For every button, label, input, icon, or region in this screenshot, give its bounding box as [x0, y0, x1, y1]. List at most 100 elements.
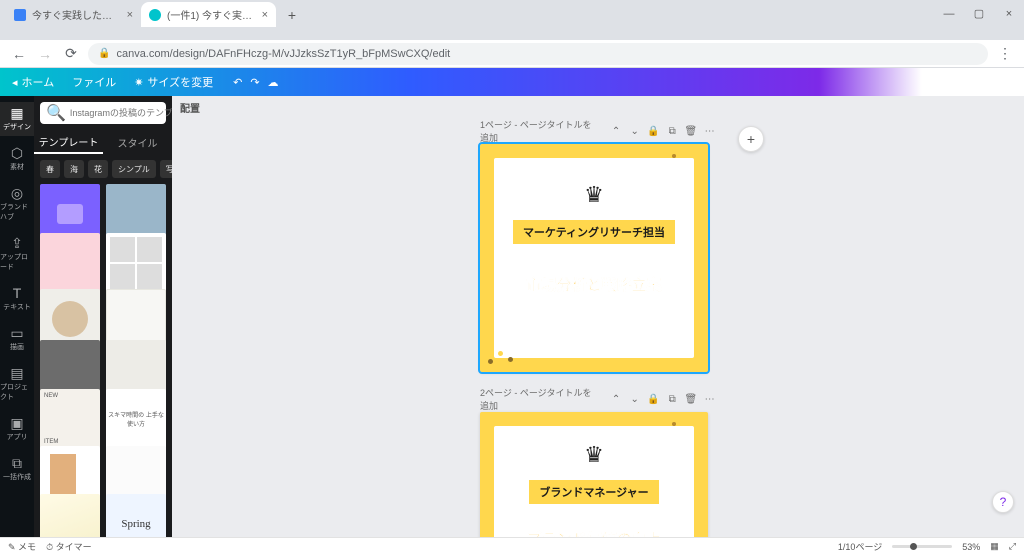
page-canvas[interactable]: ♛ マーケティングリサーチ担当 市場分析と戦略立案: [480, 144, 708, 372]
page-block: 2ページ - ページタイトルを追加 ⌃ ⌄ 🔒 ⧉ 🗑 ⋯ ♛ ブランドマネージ…: [480, 386, 716, 537]
address-right-icons: ⋮: [994, 43, 1016, 65]
back-button[interactable]: ←: [8, 43, 30, 65]
chip[interactable]: シンプル: [112, 160, 156, 178]
zoom-value[interactable]: 53%: [962, 542, 980, 552]
tab-styles[interactable]: スタイル: [103, 130, 172, 154]
pages-column: 1ページ - ページタイトルを追加 ⌃ ⌄ 🔒 ⧉ 🗑 ⋯ ♛ マーケティングリ…: [172, 118, 1024, 537]
subtitle-text: ブランド価値の向上: [526, 528, 661, 537]
tab-strip: 今すぐ実践したい - Instagramの投… × (一件1) 今すぐ実践したい…: [0, 0, 1024, 27]
tab-templates[interactable]: テンプレート: [34, 130, 103, 154]
page-title-text[interactable]: 1ページ - ページタイトルを追加: [480, 118, 598, 144]
template-thumb[interactable]: [106, 233, 166, 293]
thumb-text: ITEM: [44, 439, 96, 445]
fullscreen-icon[interactable]: ⤢: [1009, 541, 1016, 552]
template-thumb[interactable]: Spring: [106, 494, 166, 537]
nav-arrows: ← → ⟳: [8, 43, 82, 65]
text-icon: T: [13, 286, 22, 300]
notes-button[interactable]: ✎ メモ: [8, 540, 36, 553]
timer-button[interactable]: ⏱ タイマー: [46, 540, 92, 553]
chevron-up-icon[interactable]: ⌃: [610, 124, 623, 138]
forward-button[interactable]: →: [34, 43, 56, 65]
chip[interactable]: 花: [88, 160, 108, 178]
more-icon[interactable]: ⋯: [703, 124, 716, 138]
rail-apps[interactable]: ▣アプリ: [0, 412, 34, 446]
page-indicator[interactable]: 1/10ページ: [838, 540, 882, 553]
close-icon[interactable]: ×: [127, 9, 133, 21]
apps-icon: ▣: [10, 416, 23, 430]
side-tabs: テンプレート スタイル: [34, 130, 172, 154]
canva-top-bar: ◂ ホーム ファイル ✷ サイズを変更 ↶ ↷ ☁: [0, 68, 1024, 96]
close-window-button[interactable]: ×: [994, 0, 1024, 27]
rail-elements[interactable]: ⬡素材: [0, 142, 34, 176]
rail-projects[interactable]: ▤プロジェクト: [0, 362, 34, 406]
zoom-slider[interactable]: [892, 545, 952, 548]
canvas-area[interactable]: 配置 + ? 1ページ - ページタイトルを追加 ⌃ ⌄ 🔒 ⧉ 🗑 ⋯: [172, 96, 1024, 537]
chip[interactable]: 写真: [160, 160, 172, 178]
crown-icon: ♛: [584, 444, 604, 466]
trash-icon[interactable]: 🗑: [685, 124, 698, 138]
lock-icon[interactable]: 🔒: [647, 392, 660, 406]
resize-label: サイズを変更: [147, 74, 213, 90]
template-thumb[interactable]: [40, 494, 100, 537]
notes-label: メモ: [18, 542, 36, 552]
chip[interactable]: 海: [64, 160, 84, 178]
elements-icon: ⬡: [11, 146, 23, 160]
template-thumb[interactable]: [40, 233, 100, 293]
browser-tab-active[interactable]: (一件1) 今すぐ実践したい - Instagr… ×: [141, 2, 276, 27]
rail-upload[interactable]: ⇪アップロード: [0, 232, 34, 276]
page-canvas[interactable]: ♛ ブランドマネージャー ブランド価値の向上: [480, 412, 708, 537]
rail-label: 一括作成: [3, 472, 31, 482]
extensions-icon[interactable]: ⋮: [994, 43, 1016, 65]
rail-design[interactable]: ▦デザイン: [0, 102, 34, 136]
rail-brand[interactable]: ◎ブランドハブ: [0, 182, 34, 226]
trash-icon[interactable]: 🗑: [685, 392, 698, 406]
left-rail: ▦デザイン ⬡素材 ◎ブランドハブ ⇪アップロード Tテキスト ▭描画 ▤プロジ…: [0, 96, 34, 537]
search-box[interactable]: 🔍: [40, 102, 166, 124]
duplicate-icon[interactable]: ⧉: [666, 124, 679, 138]
file-menu[interactable]: ファイル: [68, 72, 120, 92]
page-header: 2ページ - ページタイトルを追加 ⌃ ⌄ 🔒 ⧉ 🗑 ⋯: [480, 386, 716, 412]
lock-icon: 🔒: [98, 48, 110, 59]
chip-row: 春 海 花 シンプル 写真 自己紹介: [34, 154, 172, 184]
subtitle-text: 市場分析と戦略立案: [526, 274, 661, 295]
template-thumb[interactable]: NEW ITEM: [40, 389, 100, 449]
resize-menu[interactable]: ✷ サイズを変更: [130, 72, 217, 92]
side-panel: 🔍 テンプレート スタイル 春 海 花 シンプル 写真 自己紹介 NEW ITEM: [34, 96, 172, 537]
browser-tab[interactable]: 今すぐ実践したい - Instagramの投… ×: [6, 2, 141, 27]
projects-icon: ▤: [10, 366, 23, 380]
ribbon-label: ブランドマネージャー: [529, 480, 658, 504]
bulk-icon: ⧉: [12, 456, 22, 470]
rail-text[interactable]: Tテキスト: [0, 282, 34, 316]
templates-grid: NEW ITEM スキマ時間の 上手な使い方 Spring: [34, 184, 172, 537]
close-icon[interactable]: ×: [262, 9, 268, 21]
more-icon[interactable]: ⋯: [703, 392, 716, 406]
page-block: 1ページ - ページタイトルを追加 ⌃ ⌄ 🔒 ⧉ 🗑 ⋯ ♛ マーケティングリ…: [480, 118, 716, 372]
rail-draw[interactable]: ▭描画: [0, 322, 34, 356]
rail-bulk[interactable]: ⧉ 一括作成: [0, 452, 34, 486]
template-thumb[interactable]: スキマ時間の 上手な使い方: [106, 389, 166, 449]
home-menu[interactable]: ◂ ホーム: [8, 72, 58, 92]
reload-button[interactable]: ⟳: [60, 43, 82, 65]
chevron-down-icon[interactable]: ⌄: [628, 124, 641, 138]
redo-icon[interactable]: ↷: [250, 76, 259, 89]
search-input[interactable]: [70, 108, 187, 118]
maximize-button[interactable]: ▢: [964, 0, 994, 27]
thumb-text: NEW: [44, 393, 96, 399]
home-label: ホーム: [22, 74, 55, 90]
rail-label: アップロード: [0, 252, 34, 272]
lock-icon[interactable]: 🔒: [647, 124, 660, 138]
page-title-text[interactable]: 2ページ - ページタイトルを追加: [480, 386, 598, 412]
undo-icon[interactable]: ↶: [233, 76, 242, 89]
url-bar[interactable]: 🔒 canva.com/design/DAFnFHczg-M/vJJzksSzT…: [88, 43, 988, 65]
window-controls: — ▢ ×: [934, 0, 1024, 27]
footer-bar: ✎ メモ ⏱ タイマー 1/10ページ 53% ▦ ⤢: [0, 537, 1024, 555]
duplicate-icon[interactable]: ⧉: [666, 392, 679, 406]
chevron-down-icon[interactable]: ⌄: [628, 392, 641, 406]
minimize-button[interactable]: —: [934, 0, 964, 27]
chip[interactable]: 春: [40, 160, 60, 178]
grid-view-icon[interactable]: ▦: [990, 541, 999, 552]
cloud-icon: ☁: [268, 76, 279, 89]
tab-title: 今すぐ実践したい - Instagramの投…: [32, 7, 121, 22]
new-tab-button[interactable]: +: [280, 3, 304, 27]
chevron-up-icon[interactable]: ⌃: [610, 392, 623, 406]
